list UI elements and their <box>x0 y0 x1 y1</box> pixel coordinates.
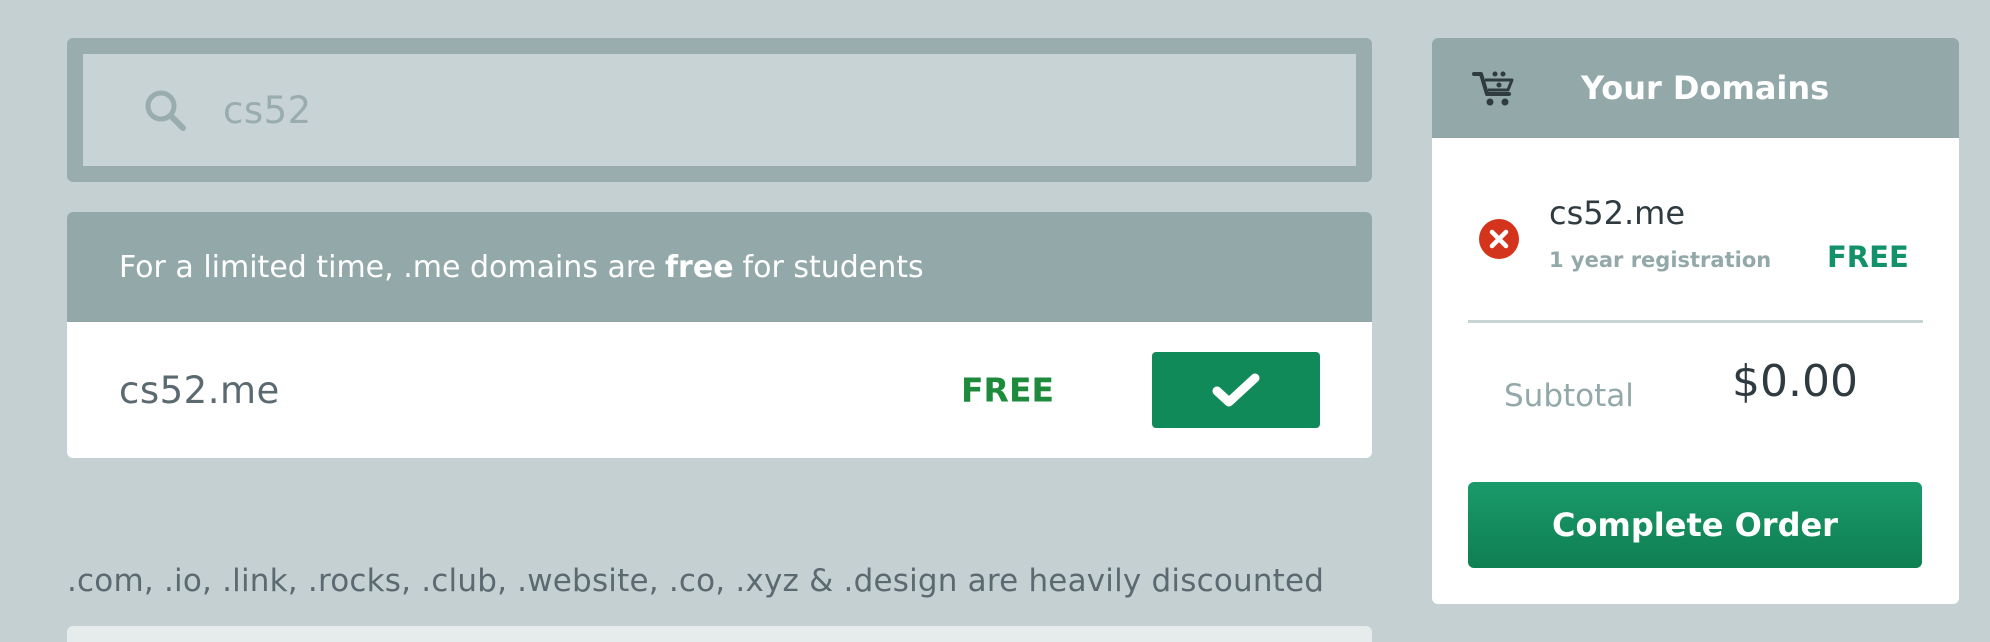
promo-banner: For a limited time, .me domains are free… <box>67 212 1372 322</box>
domain-result-row: cs52.me FREE <box>67 322 1372 458</box>
check-icon <box>1212 373 1260 407</box>
domain-search-box[interactable]: cs52 <box>67 38 1372 182</box>
cart-item-term: 1 year registration <box>1549 248 1772 272</box>
search-icon <box>145 90 186 131</box>
cart-title: Your Domains <box>1581 69 1830 107</box>
result-domain-name: cs52.me <box>119 368 280 412</box>
result-price: FREE <box>961 370 1055 410</box>
search-input[interactable]: cs52 <box>83 54 1356 166</box>
remove-icon[interactable] <box>1478 218 1520 260</box>
subtotal-value: $0.00 <box>1732 356 1858 407</box>
divider <box>1468 320 1923 323</box>
subtotal-label: Subtotal <box>1504 378 1634 414</box>
search-query[interactable]: cs52 <box>223 89 312 132</box>
cart-item: cs52.me 1 year registration FREE <box>1432 138 1959 322</box>
promo-text-highlight: free <box>665 249 734 285</box>
promo-card: For a limited time, .me domains are free… <box>67 212 1372 458</box>
cart-header: Your Domains <box>1432 38 1959 138</box>
cart-item-domain: cs52.me <box>1549 194 1686 232</box>
promo-text-suffix: for students <box>742 249 924 285</box>
cart-icon <box>1472 71 1514 106</box>
next-results-card <box>67 626 1372 642</box>
discount-notice: .com, .io, .link, .rocks, .club, .websit… <box>67 563 1325 599</box>
cart-item-price: FREE <box>1827 240 1909 274</box>
cart-panel: Your Domains cs52.me 1 year registration… <box>1432 38 1959 604</box>
complete-order-button[interactable]: Complete Order <box>1468 482 1922 568</box>
select-domain-button[interactable] <box>1152 352 1320 428</box>
promo-text-prefix: For a limited time, .me domains are <box>119 249 656 285</box>
